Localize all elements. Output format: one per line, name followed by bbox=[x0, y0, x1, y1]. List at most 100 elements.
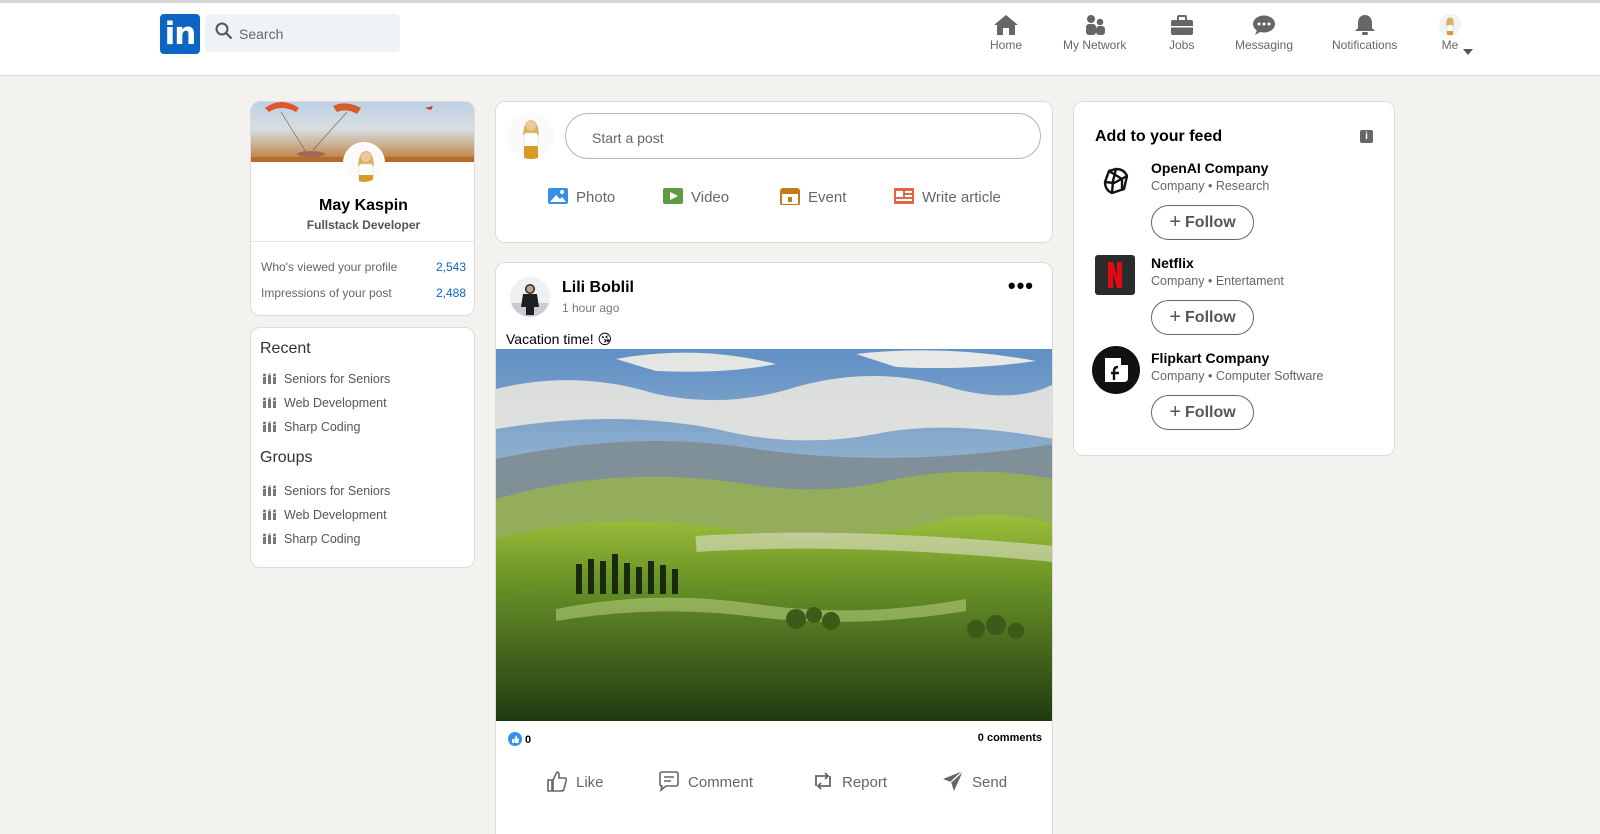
follow-button[interactable]: + Follow bbox=[1151, 300, 1254, 335]
comment-button[interactable]: Comment bbox=[658, 770, 754, 793]
feed-card-title: Add to your feed bbox=[1095, 128, 1223, 145]
nav-my-network[interactable]: My Network bbox=[1063, 14, 1126, 52]
profile-avatar[interactable] bbox=[343, 142, 385, 184]
follow-button[interactable]: + Follow bbox=[1151, 205, 1254, 240]
photo-icon bbox=[548, 188, 568, 204]
group-item[interactable]: Sharp Coding bbox=[263, 532, 360, 546]
recent-item[interactable]: Web Development bbox=[263, 396, 387, 410]
write-article-button[interactable]: Write article bbox=[894, 187, 1001, 206]
top-navigation-bar: in Search Home My Network Jobs Messaging… bbox=[0, 0, 1600, 76]
nav-label: Messaging bbox=[1235, 38, 1294, 52]
netflix-logo[interactable] bbox=[1095, 255, 1135, 295]
linkedin-logo[interactable]: in bbox=[160, 14, 200, 54]
chevron-down-icon[interactable] bbox=[1463, 49, 1473, 55]
more-options-icon[interactable]: ••• bbox=[1008, 275, 1034, 297]
video-button[interactable]: Video bbox=[663, 187, 729, 206]
reaction-count-value: 0 bbox=[525, 734, 532, 746]
follow-label: Follow bbox=[1185, 404, 1236, 421]
group-icon bbox=[263, 373, 276, 384]
like-button[interactable]: Like bbox=[546, 770, 604, 792]
profile-headline: Fullstack Developer bbox=[306, 218, 421, 232]
recent-item-label: Sharp Coding bbox=[284, 420, 361, 434]
photo-label: Photo bbox=[576, 189, 616, 206]
post-timestamp: 1 hour ago bbox=[562, 301, 620, 315]
feed-post: Lili Boblil 1 hour ago ••• Vacation time… bbox=[495, 262, 1053, 834]
post-author-avatar[interactable] bbox=[510, 277, 550, 317]
info-icon[interactable]: i bbox=[1360, 130, 1373, 143]
groups-heading: Groups bbox=[260, 449, 313, 466]
flipkart-logo[interactable] bbox=[1091, 345, 1141, 395]
stat-value: 2,543 bbox=[435, 260, 466, 274]
nav-notifications[interactable]: Notifications bbox=[1332, 14, 1397, 52]
photo-button[interactable]: Photo bbox=[548, 187, 615, 206]
nav-messaging[interactable]: Messaging bbox=[1235, 14, 1293, 52]
start-post-input[interactable]: Start a post bbox=[565, 113, 1041, 159]
group-icon bbox=[263, 533, 276, 544]
avatar bbox=[1439, 14, 1461, 36]
recent-item[interactable]: Sharp Coding bbox=[263, 420, 360, 434]
stat-value: 2,488 bbox=[435, 286, 466, 300]
send-label: Send bbox=[972, 774, 1008, 791]
group-item-label: Seniors for Seniors bbox=[284, 484, 391, 498]
comment-icon bbox=[659, 771, 679, 793]
recent-item-label: Seniors for Seniors bbox=[284, 372, 391, 386]
post-impressions-stat[interactable]: Impressions of your post 2,488 bbox=[261, 286, 466, 300]
home-icon bbox=[994, 15, 1018, 35]
openai-logo[interactable] bbox=[1091, 157, 1141, 207]
send-button[interactable]: Send bbox=[942, 770, 1007, 792]
group-item-label: Web Development bbox=[284, 508, 387, 522]
recent-groups-card: Recent Seniors for Seniors Web Developme… bbox=[250, 327, 475, 568]
post-composer: Start a post Photo Video Event Write art… bbox=[495, 101, 1053, 243]
nav-jobs[interactable]: Jobs bbox=[1169, 14, 1194, 52]
suggestion-subtitle: Company • Entertament bbox=[1151, 274, 1284, 288]
follow-label: Follow bbox=[1185, 309, 1236, 326]
calendar-icon bbox=[780, 188, 800, 206]
suggestion-name[interactable]: Flipkart Company bbox=[1151, 350, 1269, 366]
search-box[interactable]: Search bbox=[205, 14, 400, 52]
group-icon bbox=[263, 485, 276, 496]
repost-icon bbox=[815, 772, 831, 790]
profile-views-stat[interactable]: Who's viewed your profile 2,543 bbox=[261, 260, 466, 274]
suggestion-subtitle: Company • Computer Software bbox=[1151, 369, 1324, 383]
group-icon bbox=[263, 421, 276, 432]
post-image[interactable] bbox=[496, 349, 1052, 721]
event-button[interactable]: Event bbox=[780, 187, 846, 206]
video-label: Video bbox=[691, 189, 730, 206]
suggestion-name[interactable]: OpenAI Company bbox=[1151, 160, 1268, 176]
nav-me[interactable]: Me bbox=[1438, 14, 1473, 55]
write-article-label: Write article bbox=[922, 189, 1001, 206]
search-icon bbox=[215, 22, 233, 40]
add-to-feed-card: Add to your feed i OpenAI Company Compan… bbox=[1073, 101, 1395, 456]
nav-label: Me bbox=[1441, 38, 1459, 52]
group-item[interactable]: Seniors for Seniors bbox=[263, 484, 390, 498]
comment-label: Comment bbox=[688, 774, 754, 791]
plus-icon: + bbox=[1169, 401, 1182, 423]
composer-avatar[interactable] bbox=[508, 113, 554, 159]
suggestion-name[interactable]: Netflix bbox=[1151, 255, 1194, 271]
stat-label: Impressions of your post bbox=[261, 286, 392, 300]
search-input[interactable]: Search bbox=[239, 26, 283, 42]
send-icon bbox=[943, 770, 964, 791]
article-icon bbox=[894, 188, 914, 204]
recent-item-label: Web Development bbox=[284, 396, 387, 410]
nav-home[interactable]: Home bbox=[990, 14, 1022, 52]
post-author-name[interactable]: Lili Boblil bbox=[562, 279, 634, 297]
comments-count[interactable]: 0 comments bbox=[978, 732, 1042, 744]
recent-heading: Recent bbox=[260, 340, 311, 357]
report-label: Report bbox=[842, 774, 888, 791]
like-reaction-icon bbox=[508, 732, 522, 746]
recent-item[interactable]: Seniors for Seniors bbox=[263, 372, 390, 386]
profile-name[interactable]: May Kaspin bbox=[251, 197, 474, 215]
profile-card: May Kaspin Fullstack Developer Who's vie… bbox=[250, 101, 475, 316]
follow-label: Follow bbox=[1185, 214, 1236, 231]
nav-label: Notifications bbox=[1332, 38, 1398, 52]
group-item-label: Sharp Coding bbox=[284, 532, 361, 546]
plus-icon: + bbox=[1169, 211, 1182, 233]
group-icon bbox=[263, 509, 276, 520]
report-button[interactable]: Report bbox=[812, 770, 887, 792]
group-icon bbox=[263, 397, 276, 408]
group-item[interactable]: Web Development bbox=[263, 508, 387, 522]
reaction-count[interactable]: 0 bbox=[508, 732, 531, 746]
nav-label: Jobs bbox=[1169, 38, 1195, 52]
follow-button[interactable]: + Follow bbox=[1151, 395, 1254, 430]
